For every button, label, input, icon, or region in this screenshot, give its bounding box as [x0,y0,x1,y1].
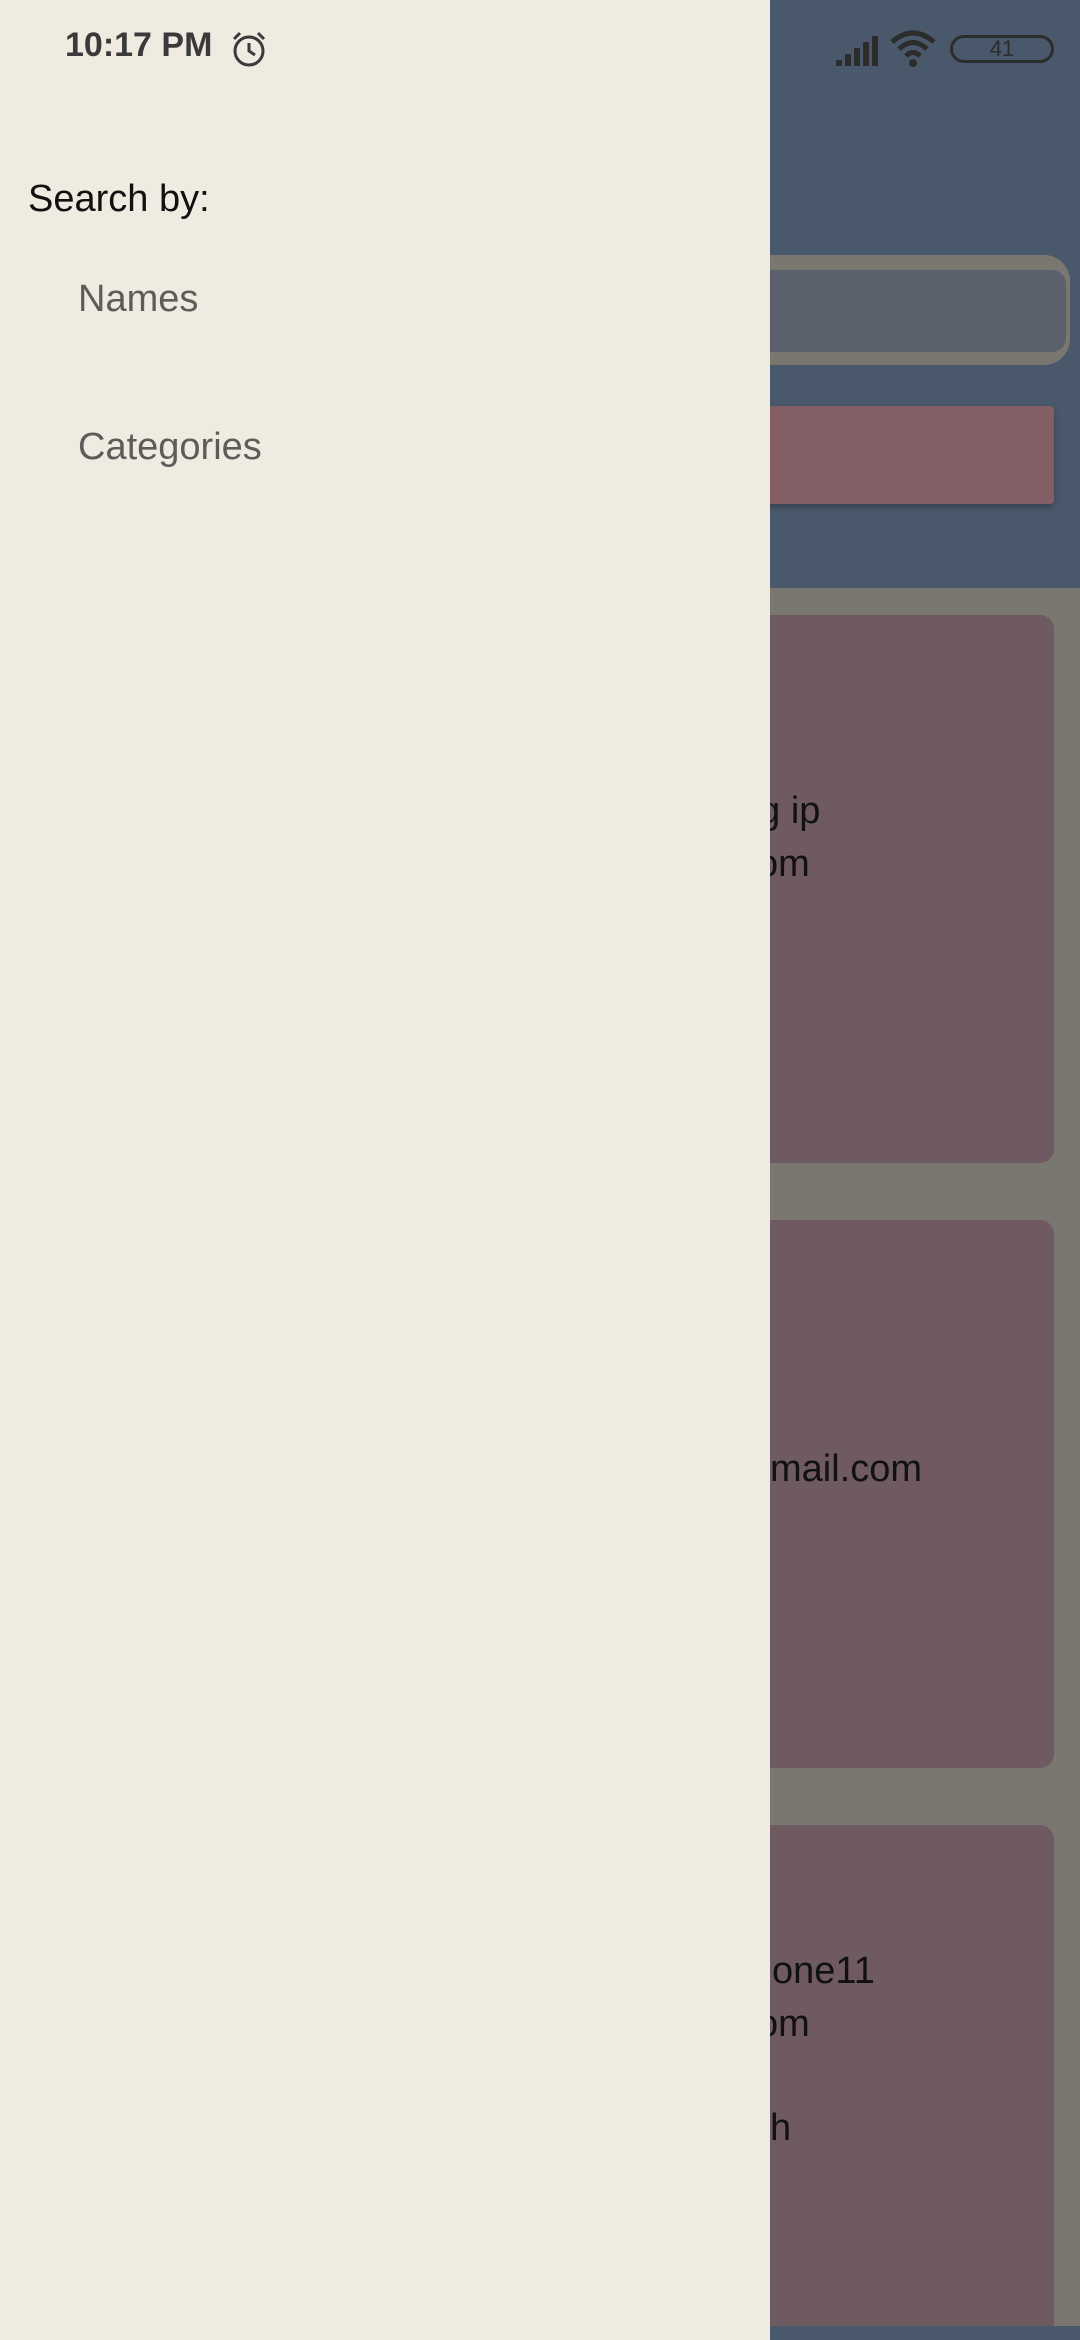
drawer-title: Search by: [28,178,210,220]
signal-icon [836,36,878,66]
card-text: h [770,2107,792,2149]
drawer-item-categories[interactable]: Categories [78,426,262,469]
navigation-drawer: 10:17 PM Search by: Names Categories [0,0,770,2340]
alarm-icon [232,31,266,67]
card-text: mail.com [770,1448,923,1490]
battery-icon: 41 [950,35,1054,63]
status-time: 10:17 PM [65,26,213,64]
drawer-item-names[interactable]: Names [78,278,198,321]
wifi-icon [890,30,936,67]
card-text: one11 [772,1950,875,1992]
